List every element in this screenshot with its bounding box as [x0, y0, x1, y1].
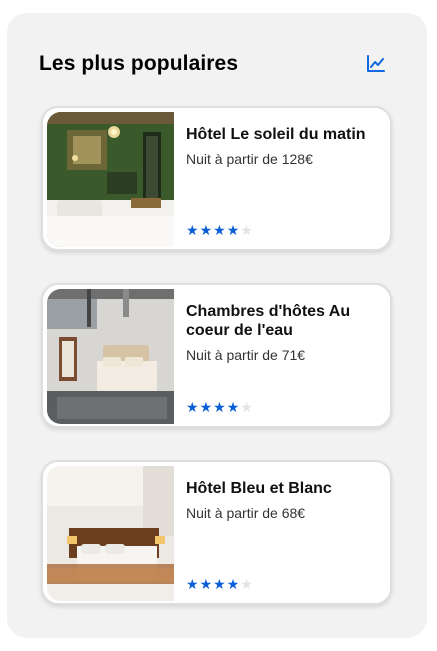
star-filled-icon: ★	[213, 576, 226, 592]
star-filled-icon: ★	[199, 222, 213, 238]
rating-stars: ★ ★ ★ ★ ★	[186, 400, 253, 414]
rating-stars: ★ ★ ★ ★ ★	[186, 223, 253, 237]
hotel-name: Hôtel Le soleil du matin	[186, 126, 366, 143]
panel-header: Les plus populaires	[39, 44, 387, 84]
hotel-photo	[47, 289, 174, 424]
star-empty-icon: ★	[240, 399, 253, 415]
trending-up-icon[interactable]	[365, 53, 387, 75]
hotel-photo	[47, 466, 174, 601]
hotel-price: Nuit à partir de 128€	[186, 151, 313, 167]
star-filled-icon: ★	[199, 576, 213, 592]
star-filled-icon: ★	[226, 399, 240, 415]
hotel-name: Hôtel Bleu et Blanc	[186, 480, 332, 497]
star-filled-icon: ★	[186, 222, 199, 238]
hotel-photo	[47, 112, 174, 247]
section-title: Les plus populaires	[39, 52, 239, 75]
star-empty-icon: ★	[240, 222, 253, 238]
hotel-card[interactable]: Hôtel Le soleil du matin Nuit à partir d…	[41, 106, 392, 251]
hotel-card[interactable]: Hôtel Bleu et Blanc Nuit à partir de 68€…	[41, 460, 392, 605]
star-filled-icon: ★	[226, 222, 240, 238]
hotel-name: Chambres d'hôtes Au coeur de l'eau	[186, 303, 351, 339]
star-filled-icon: ★	[186, 399, 199, 415]
star-filled-icon: ★	[199, 399, 213, 415]
hotel-price: Nuit à partir de 71€	[186, 347, 306, 363]
star-filled-icon: ★	[226, 576, 240, 592]
star-filled-icon: ★	[213, 222, 226, 238]
rating-stars: ★ ★ ★ ★ ★	[186, 577, 253, 591]
star-filled-icon: ★	[186, 576, 199, 592]
star-empty-icon: ★	[240, 576, 253, 592]
star-filled-icon: ★	[213, 399, 226, 415]
hotel-price: Nuit à partir de 68€	[186, 505, 306, 521]
hotel-card[interactable]: Chambres d'hôtes Au coeur de l'eau Nuit …	[41, 283, 392, 428]
